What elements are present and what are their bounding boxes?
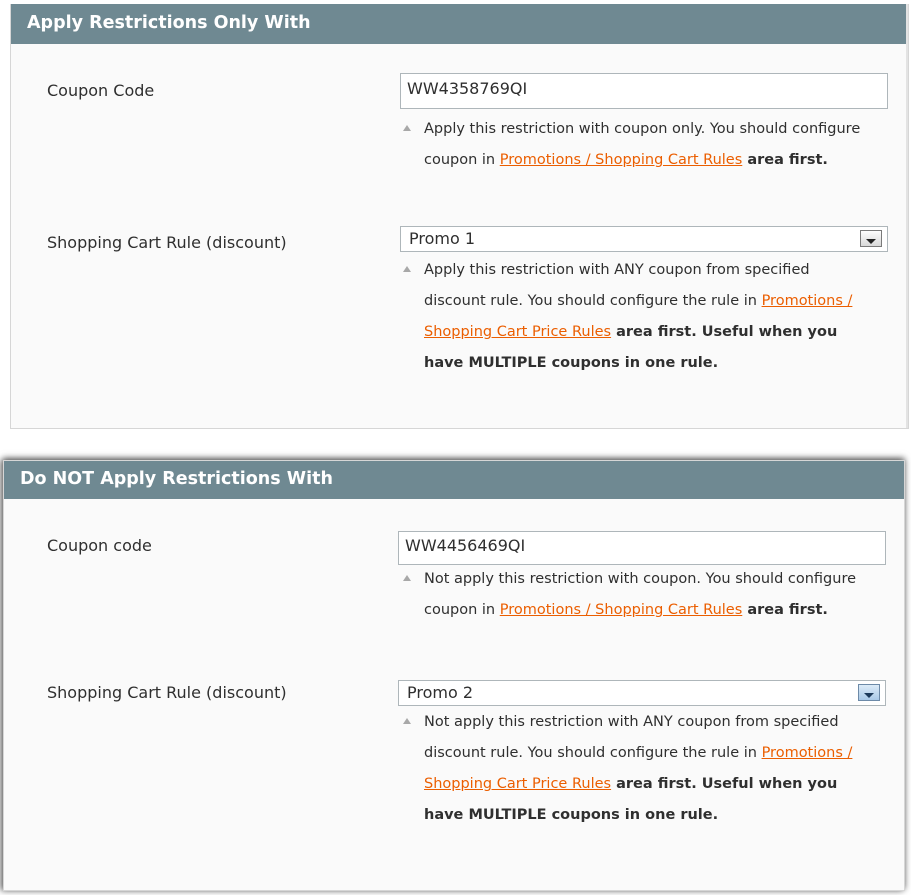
- dropdown-button[interactable]: [860, 230, 882, 247]
- chevron-down-icon: [864, 693, 874, 698]
- coupon-code-input[interactable]: WW4358769QI: [400, 73, 888, 109]
- triangle-up-icon: [403, 125, 411, 131]
- select-value: Promo 2: [407, 683, 474, 702]
- coupon-code-input[interactable]: WW4456469QI: [398, 531, 886, 565]
- section-title: Apply Restrictions Only With: [11, 4, 908, 44]
- triangle-up-icon: [403, 575, 411, 581]
- coupon-code-label: Coupon Code: [47, 81, 155, 100]
- chevron-down-icon: [866, 239, 876, 244]
- coupon-code-label: Coupon code: [47, 536, 152, 555]
- section-title: Do NOT Apply Restrictions With: [4, 461, 904, 499]
- triangle-up-icon: [403, 718, 411, 724]
- coupon-code-note: Apply this restriction with coupon only.…: [403, 114, 869, 176]
- dropdown-button[interactable]: [858, 684, 880, 701]
- apply-restrictions-panel: Apply Restrictions Only With Coupon Code…: [10, 4, 909, 429]
- do-not-apply-restrictions-panel: Do NOT Apply Restrictions With Coupon co…: [3, 460, 905, 891]
- shopping-cart-rule-label: Shopping Cart Rule (discount): [47, 683, 287, 702]
- panel-edge: [906, 4, 908, 428]
- select-value: Promo 1: [409, 229, 476, 248]
- coupon-code-note: Not apply this restriction with coupon. …: [403, 564, 869, 626]
- shopping-cart-rule-select[interactable]: Promo 1: [400, 226, 888, 252]
- promotions-cart-rules-link[interactable]: Promotions / Shopping Cart Rules: [500, 602, 743, 618]
- shopping-cart-rule-label: Shopping Cart Rule (discount): [47, 233, 287, 252]
- triangle-up-icon: [403, 266, 411, 272]
- shopping-cart-rule-select[interactable]: Promo 2: [398, 680, 886, 706]
- shopping-cart-rule-note: Apply this restriction with ANY coupon f…: [403, 255, 874, 379]
- promotions-cart-rules-link[interactable]: Promotions / Shopping Cart Rules: [500, 152, 743, 168]
- shopping-cart-rule-note: Not apply this restriction with ANY coup…: [403, 707, 874, 831]
